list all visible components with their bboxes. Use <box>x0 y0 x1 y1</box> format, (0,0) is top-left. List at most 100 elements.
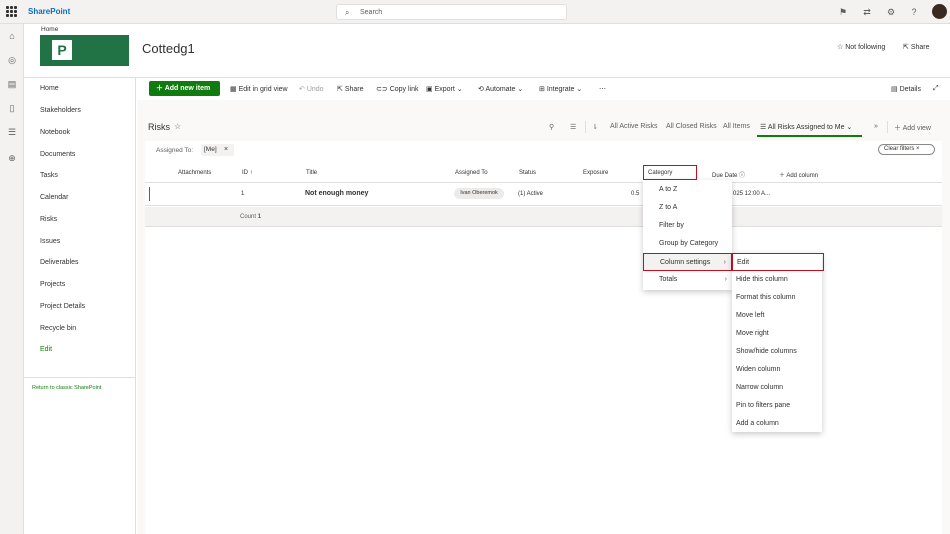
view-tab-all-risks-assigned-to-me[interactable]: ☰ All Risks Assigned to Me ⌄ <box>760 123 852 131</box>
submenu-item-narrow-column[interactable]: Narrow column <box>732 379 822 397</box>
nav-item-projects[interactable]: Projects <box>40 281 65 288</box>
news-icon[interactable]: ▤ <box>6 78 18 90</box>
avatar[interactable] <box>932 4 947 19</box>
remove-filter-icon[interactable]: × <box>224 144 228 156</box>
favorite-star-icon[interactable]: ☆ <box>174 122 181 131</box>
count-text: Count <box>240 214 257 220</box>
copy-link-button[interactable]: ⊂⊃ Copy link <box>376 85 418 93</box>
nav-edit-link[interactable]: Edit <box>40 346 52 353</box>
submenu-item-move-right[interactable]: Move right <box>732 325 822 343</box>
view-tab-all-closed-risks[interactable]: All Closed Risks <box>666 123 717 130</box>
column-header-id[interactable]: ID ↑ <box>242 170 253 176</box>
row-selector[interactable] <box>149 187 150 201</box>
menu-item-a-to-z[interactable]: A to Z <box>643 181 732 199</box>
site-logo[interactable]: P <box>40 35 129 66</box>
automate-button[interactable]: ⟲ Automate ⌄ <box>478 85 523 93</box>
nav-item-recycle-bin[interactable]: Recycle bin <box>40 325 76 332</box>
list-icon[interactable]: ☰ <box>6 126 18 138</box>
home-link[interactable]: Home <box>41 26 58 33</box>
totals-row: Count 1 <box>145 207 942 227</box>
help-icon[interactable]: ? <box>908 6 920 18</box>
view-options-icon[interactable]: ☰ <box>570 123 576 131</box>
cell-id: 1 <box>241 191 245 197</box>
submenu-item-pin-to-filters[interactable]: Pin to filters pane <box>732 397 822 415</box>
nav-item-stakeholders[interactable]: Stakeholders <box>40 107 81 114</box>
list-title[interactable]: Risks <box>148 122 170 132</box>
nav-item-risks[interactable]: Risks <box>40 216 57 223</box>
integrate-label: Integrate <box>546 86 575 93</box>
command-bar: ＋ Add new item ▦ Edit in grid view ↶ Und… <box>136 78 950 100</box>
nav-item-notebook[interactable]: Notebook <box>40 129 70 136</box>
submenu-item-move-left[interactable]: Move left <box>732 307 822 325</box>
return-to-classic-link[interactable]: Return to classic SharePoint <box>32 385 101 391</box>
site-share-button[interactable]: ⇱ Share <box>903 43 930 51</box>
share-button[interactable]: ⇱ Share <box>337 85 364 93</box>
nav-item-project-details[interactable]: Project Details <box>40 303 85 310</box>
suite-bar: SharePoint ⌕ Search ⚑ ⇄ ⚙ ? <box>0 0 950 24</box>
menu-item-z-to-a[interactable]: Z to A <box>643 199 732 217</box>
count-label: Count 1 <box>240 214 261 220</box>
site-title[interactable]: Cottedg1 <box>142 41 195 56</box>
expand-icon[interactable]: ⤢ <box>933 85 939 93</box>
nav-item-deliverables[interactable]: Deliverables <box>40 259 79 266</box>
nav-item-calendar[interactable]: Calendar <box>40 194 68 201</box>
view-tab-all-items[interactable]: All Items <box>723 123 750 130</box>
column-header-status[interactable]: Status <box>519 170 536 176</box>
column-header-exposure[interactable]: Exposure <box>583 170 608 176</box>
menu-item-filter-by[interactable]: Filter by <box>643 217 732 235</box>
submenu-item-format-column[interactable]: Format this column <box>732 289 822 307</box>
submenu-item-edit[interactable]: Edit <box>732 253 824 271</box>
search-box[interactable]: ⌕ Search <box>336 4 567 20</box>
nav-item-tasks[interactable]: Tasks <box>40 172 58 179</box>
clear-filters-button[interactable]: Clear filters × <box>878 144 935 155</box>
follow-button[interactable]: ☆ Not following <box>837 43 885 51</box>
brand-name[interactable]: SharePoint <box>28 7 70 16</box>
export-button[interactable]: ▣ Export ⌄ <box>426 85 463 93</box>
add-column-button[interactable]: ＋ Add column <box>779 170 818 179</box>
undo-button[interactable]: ↶ Undo <box>299 85 324 93</box>
menu-item-totals[interactable]: Totals › <box>643 271 732 289</box>
filter-pill[interactable]: [Me] <box>201 144 234 156</box>
share-network-icon[interactable]: ⇄ <box>861 6 873 18</box>
submenu-item-hide-column[interactable]: Hide this column <box>732 271 822 289</box>
submenu-item-show-hide-columns[interactable]: Show/hide columns <box>732 343 822 361</box>
gear-icon[interactable]: ⚙ <box>885 6 897 18</box>
nav-item-documents[interactable]: Documents <box>40 151 75 158</box>
view-separator <box>887 121 888 133</box>
menu-item-column-settings[interactable]: Column settings › <box>643 253 732 271</box>
filter-pane-icon[interactable]: ⚲ <box>549 123 554 131</box>
file-icon[interactable]: ▯ <box>6 102 18 114</box>
megaphone-icon[interactable]: ⚑ <box>837 6 849 18</box>
cell-title[interactable]: Not enough money <box>305 190 368 197</box>
more-commands-button[interactable]: ⋯ <box>599 85 606 93</box>
cell-assigned-to[interactable]: Ivan Oberemok <box>454 188 504 199</box>
add-new-item-button[interactable]: ＋ Add new item <box>149 81 220 96</box>
more-views-chevron-icon[interactable]: » <box>874 123 878 130</box>
submenu-item-add-column[interactable]: Add a column <box>732 415 822 433</box>
column-header-assigned-to[interactable]: Assigned To <box>455 170 488 176</box>
menu-item-group-by-category[interactable]: Group by Category <box>643 235 732 253</box>
edit-grid-view-label: Edit in grid view <box>238 86 288 93</box>
column-header-title[interactable]: Title <box>306 170 317 176</box>
edit-grid-view-button[interactable]: ▦ Edit in grid view <box>230 85 288 93</box>
details-button[interactable]: ▤ Details <box>891 85 921 93</box>
app-rail: ⌂ ◎ ▤ ▯ ☰ ⊕ <box>0 24 24 534</box>
globe-icon[interactable]: ◎ <box>6 54 18 66</box>
totals-label: Totals <box>659 276 678 283</box>
nav-item-home[interactable]: Home <box>40 85 59 92</box>
sort-icon[interactable]: ⇂ <box>592 123 598 131</box>
submenu-item-widen-column[interactable]: Widen column <box>732 361 822 379</box>
column-header-attachments[interactable]: Attachments <box>178 170 211 176</box>
app-launcher-icon[interactable] <box>6 6 17 17</box>
table-row[interactable]: 1 Not enough money Ivan Oberemok (1) Act… <box>145 183 942 206</box>
home-icon[interactable]: ⌂ <box>6 30 18 42</box>
nav-divider <box>24 377 136 378</box>
active-view-indicator <box>757 135 862 137</box>
view-tab-all-active-risks[interactable]: All Active Risks <box>610 123 657 130</box>
integrate-button[interactable]: ⊞ Integrate ⌄ <box>539 85 582 93</box>
nav-item-issues[interactable]: Issues <box>40 238 60 245</box>
create-icon[interactable]: ⊕ <box>6 152 18 164</box>
column-header-due-date[interactable]: Due Date ⓘ <box>712 170 745 179</box>
search-placeholder: Search <box>360 9 383 16</box>
add-view-button[interactable]: ＋ Add view <box>894 123 931 133</box>
